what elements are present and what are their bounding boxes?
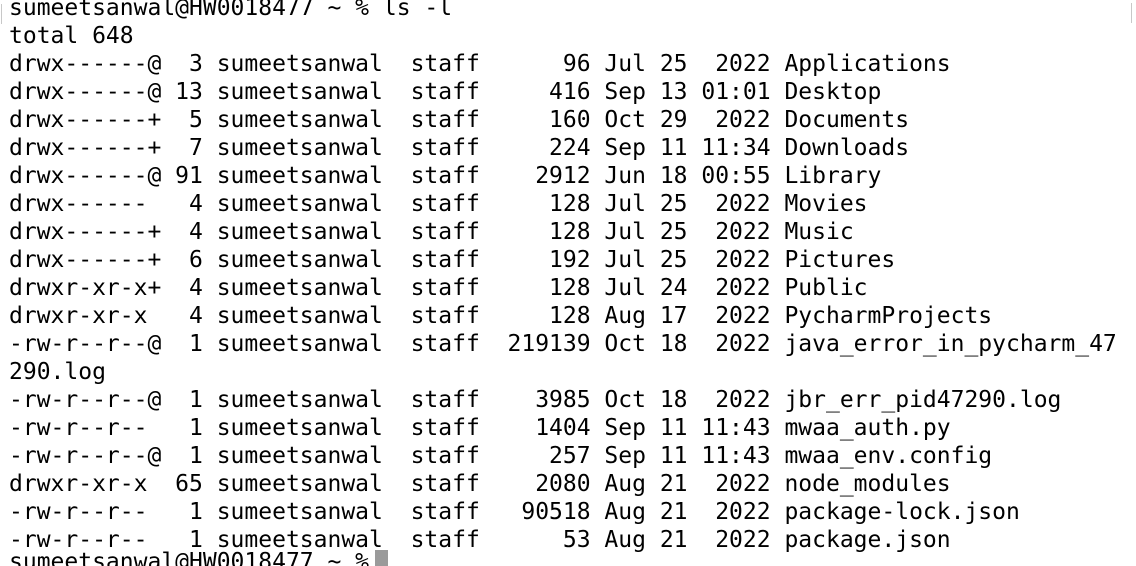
text-cursor — [375, 550, 389, 566]
listing-row: drwx------+ 6 sumeetsanwal staff 192 Jul… — [9, 247, 896, 273]
listing-row: drwxr-xr-x 4 sumeetsanwal staff 128 Aug … — [9, 303, 993, 329]
next-prompt: sumeetsanwal@HW0018477 ~ % — [9, 549, 370, 566]
listing-row-wrap: 290.log — [9, 359, 106, 385]
listing-row: drwxr-xr-x+ 4 sumeetsanwal staff 128 Jul… — [9, 275, 868, 301]
listing-row: -rw-r--r-- 1 sumeetsanwal staff 90518 Au… — [9, 499, 1020, 525]
listing-row: drwx------+ 4 sumeetsanwal staff 128 Jul… — [9, 219, 854, 245]
total-line: total 648 — [9, 23, 134, 49]
command-line: sumeetsanwal@HW0018477 ~ % ls -l — [9, 0, 453, 21]
selection-edge — [1, 4, 2, 24]
next-prompt-line[interactable]: sumeetsanwal@HW0018477 ~ % — [9, 548, 389, 566]
scroll-edge — [1131, 3, 1132, 23]
listing-row: drwx------+ 5 sumeetsanwal staff 160 Oct… — [9, 107, 910, 133]
listing-row: drwx------ 4 sumeetsanwal staff 128 Jul … — [9, 191, 868, 217]
terminal-window[interactable]: sumeetsanwal@HW0018477 ~ % ls -l total 6… — [0, 0, 1136, 566]
listing-row: drwx------@ 13 sumeetsanwal staff 416 Se… — [9, 79, 882, 105]
listing-row: -rw-r--r-- 1 sumeetsanwal staff 1404 Sep… — [9, 415, 951, 441]
listing-row: -rw-r--r--@ 1 sumeetsanwal staff 219139 … — [9, 331, 1117, 357]
listing-row: drwx------+ 7 sumeetsanwal staff 224 Sep… — [9, 135, 910, 161]
listing-row: -rw-r--r--@ 1 sumeetsanwal staff 3985 Oc… — [9, 387, 1062, 413]
listing-row: drwx------@ 91 sumeetsanwal staff 2912 J… — [9, 163, 882, 189]
listing-row: drwx------@ 3 sumeetsanwal staff 96 Jul … — [9, 51, 951, 77]
listing-row: drwxr-xr-x 65 sumeetsanwal staff 2080 Au… — [9, 471, 951, 497]
listing-row: -rw-r--r--@ 1 sumeetsanwal staff 257 Sep… — [9, 443, 993, 469]
